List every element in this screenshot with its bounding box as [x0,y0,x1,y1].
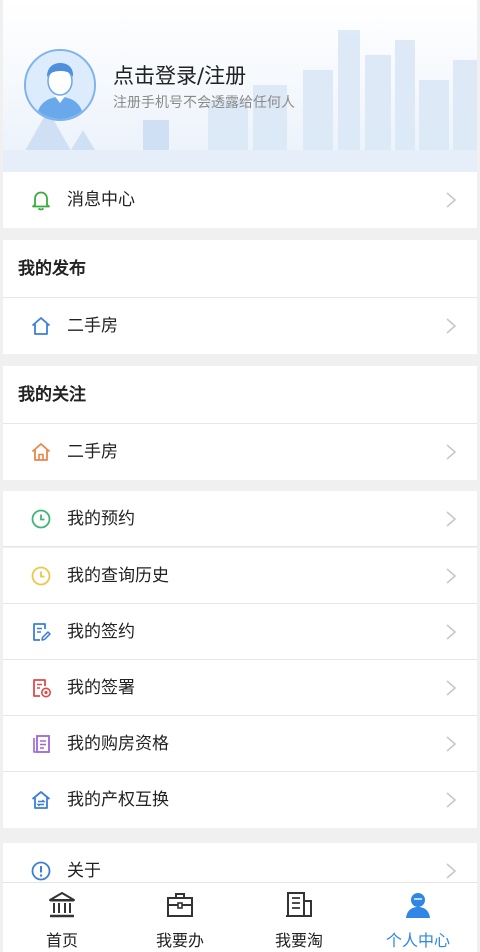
menu-item-label: 二手房 [67,442,118,462]
menu-item-appointments[interactable]: 我的预约 [3,491,477,547]
chevron-right-icon [446,624,457,640]
tab-label: 我要淘 [274,931,323,950]
tab-services[interactable]: 我要办 [121,883,239,952]
tab-label: 首页 [45,931,78,950]
house-exchange-icon [31,791,51,809]
menu-item-follows-secondhand[interactable]: 二手房 [3,424,477,480]
chevron-right-icon [446,318,457,334]
menu-item-label: 二手房 [67,316,118,336]
tab-home[interactable]: 首页 [3,883,121,952]
chevron-right-icon [446,736,457,752]
document-seal-icon [33,679,51,698]
house-icon [31,443,51,461]
menu-item-label: 我的预约 [67,509,135,529]
login-hint: 注册手机号不会透露给任何人 [113,95,295,111]
user-avatar[interactable] [24,49,96,121]
section-title: 我的发布 [18,259,86,279]
menu-item-label: 消息中心 [67,190,135,210]
chevron-right-icon [446,192,457,208]
menu-item-label: 我的签署 [67,678,135,698]
menu-item-messages[interactable]: 消息中心 [3,172,477,228]
bank-icon [49,892,75,918]
tab-label: 我要办 [155,931,204,950]
house-icon [31,317,51,335]
menu-item-label: 我的查询历史 [67,566,169,586]
login-register-link[interactable]: 点击登录/注册 [113,60,246,90]
briefcase-icon [167,893,193,917]
menu-item-label: 我的产权互换 [67,790,169,810]
section-my-posts: 我的发布 [3,240,477,298]
tab-browse[interactable]: 我要淘 [240,883,358,952]
menu-item-signatures[interactable]: 我的签署 [3,660,477,716]
menu-item-posts-secondhand[interactable]: 二手房 [3,298,477,354]
menu-item-query-history[interactable]: 我的查询历史 [3,548,477,604]
menu-item-label: 我的签约 [67,622,135,642]
clock-icon [31,566,51,586]
section-title: 我的关注 [18,385,86,405]
chevron-right-icon [446,568,457,584]
clock-icon [31,509,51,529]
chevron-right-icon [446,792,457,808]
bell-icon [32,191,50,211]
chevron-right-icon [446,444,457,460]
tab-label: 个人中心 [385,931,450,950]
chevron-right-icon [446,863,457,879]
person-icon [406,893,430,918]
default-user-icon [26,51,94,119]
chevron-right-icon [446,680,457,696]
menu-item-contracts[interactable]: 我的签约 [3,604,477,660]
app-frame: 点击登录/注册 注册手机号不会透露给任何人 消息中心 我的发布 二手房 我的关注… [3,0,477,952]
tab-personal-center[interactable]: 个人中心 [359,883,477,952]
menu-item-label: 我的购房资格 [67,734,169,754]
bottom-tab-bar: 首页 我要办 我要淘 个人中心 [3,882,477,952]
building-icon [286,892,312,917]
profile-header[interactable]: 点击登录/注册 注册手机号不会透露给任何人 [3,0,477,172]
chevron-right-icon [446,511,457,527]
section-my-follows: 我的关注 [3,366,477,424]
documents-icon [33,735,50,753]
document-edit-icon [33,623,51,641]
menu-item-purchase-eligibility[interactable]: 我的购房资格 [3,716,477,772]
menu-item-property-exchange[interactable]: 我的产权互换 [3,772,477,828]
info-icon [31,861,51,881]
